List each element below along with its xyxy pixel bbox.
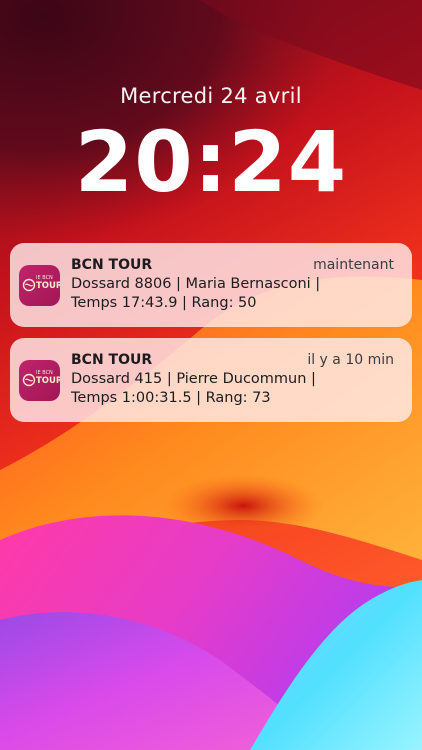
lockscreen-time: 20:24 bbox=[74, 113, 348, 211]
notification-app-name: BCN TOUR bbox=[71, 352, 153, 368]
notification-card[interactable]: IE BCN TOUR BCN TOUR il y a 10 min Dossa… bbox=[10, 338, 412, 422]
notification-app-name: BCN TOUR bbox=[71, 257, 153, 273]
bcn-tour-app-icon: IE BCN TOUR bbox=[19, 360, 60, 401]
notification-card[interactable]: IE BCN TOUR BCN TOUR maintenant Dossard … bbox=[10, 243, 412, 327]
notification-line: Temps 1:00:31.5 | Rang: 73 bbox=[71, 390, 271, 406]
notification-body: Dossard 8806 | Maria Bernasconi | Temps … bbox=[71, 275, 401, 313]
notification-time: il y a 10 min bbox=[307, 352, 394, 368]
lockscreen-date: Mercredi 24 avril bbox=[120, 84, 302, 108]
notification-line: Dossard 415 | Pierre Ducommun | bbox=[71, 371, 316, 387]
notification-line: Dossard 8806 | Maria Bernasconi | bbox=[71, 276, 321, 292]
bcn-tour-app-icon: IE BCN TOUR bbox=[19, 265, 60, 306]
notification-time: maintenant bbox=[313, 257, 394, 273]
notification-line: Temps 17:43.9 | Rang: 50 bbox=[71, 295, 257, 311]
notification-body: Dossard 415 | Pierre Ducommun | Temps 1:… bbox=[71, 370, 401, 408]
